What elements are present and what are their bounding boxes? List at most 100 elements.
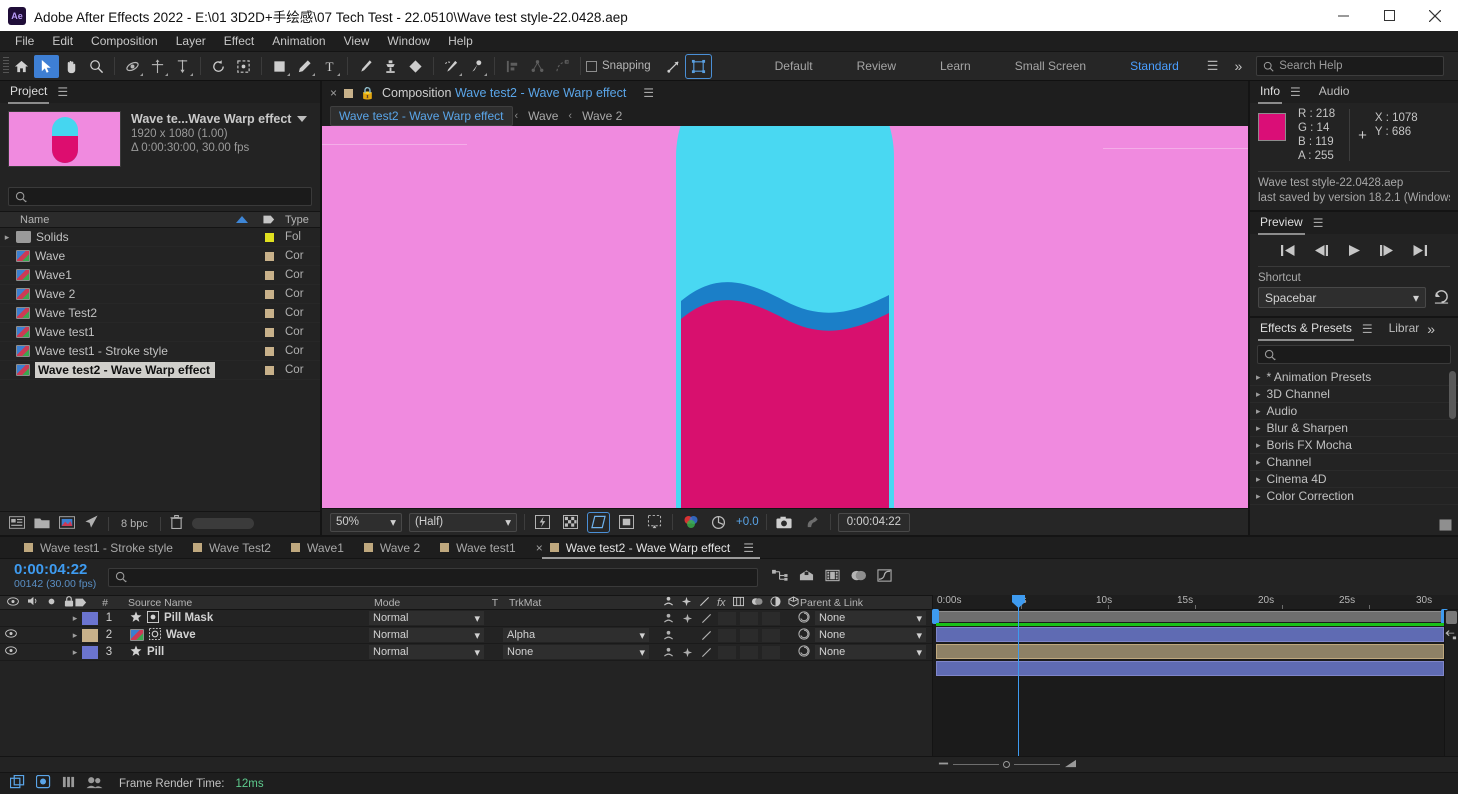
chevron-down-icon[interactable] [297,116,307,122]
chevron-right-icon[interactable]: ▸ [1256,457,1261,468]
chevron-right-icon[interactable]: ▸ [1256,474,1261,485]
draft-3d-icon[interactable] [798,568,815,586]
tab-info[interactable]: Info [1260,84,1280,101]
layer-row-pill[interactable]: ▸ 3 Pill Normal ▾ [0,644,932,661]
render-queue-icon[interactable] [10,775,25,792]
composition-viewer[interactable] [322,126,1248,508]
menu-effect[interactable]: Effect [215,32,263,50]
project-column-name[interactable]: Name [0,214,258,226]
frame-blend-switch-slot[interactable] [740,612,758,625]
lock-icon[interactable]: 🔒 [360,86,375,100]
multi-frame-render-icon[interactable] [62,775,75,792]
roi-tool-icon[interactable] [231,55,256,78]
menu-view[interactable]: View [335,32,379,50]
channel-color-icon[interactable] [680,513,701,532]
effects-panel-menu-icon[interactable]: ☰ [1362,322,1373,336]
collapse-switch-icon[interactable] [680,612,695,625]
layer-list-empty-area[interactable] [0,661,932,756]
layer-disclosure-icon[interactable]: ▸ [68,613,82,624]
snapping-checkbox[interactable] [586,61,597,72]
bit-depth-label[interactable]: 8 bpc [108,517,161,531]
motion-blur-icon[interactable] [824,568,841,586]
transform-box-icon[interactable] [686,55,711,78]
effects-category-animation-presets[interactable]: ▸ * Animation Presets [1250,369,1458,386]
parent-select[interactable]: None ▾ [815,645,926,659]
disclosure-triangle-icon[interactable]: ▸ [0,232,14,243]
workspace-more-icon[interactable]: » [1234,58,1242,74]
project-row-wave-test1[interactable]: Wave test1 Cor [0,323,320,342]
zoom-slider-knob[interactable] [1003,761,1010,768]
timeline-tab-wave-test1[interactable]: Wave test1 [430,536,526,559]
label-column-icon[interactable] [258,214,280,225]
effects-category-channel[interactable]: ▸ Channel [1250,454,1458,471]
layer-shy-icon[interactable] [850,568,867,586]
audio-toggle[interactable] [19,612,35,625]
breadcrumb-item-wave[interactable]: Wave [520,107,566,125]
lock-toggle[interactable] [52,612,68,625]
search-help-input[interactable]: Search Help [1256,56,1444,76]
solo-toggle[interactable] [36,612,52,625]
timeline-timecode[interactable]: 0:00:04:22 00142 (30.00 fps) [0,563,96,591]
maximize-button[interactable] [1366,0,1412,31]
composition-tab-label[interactable]: Composition Wave test2 - Wave Warp effec… [382,86,626,100]
zoom-in-icon[interactable] [1064,758,1077,772]
timeline-tab-wave1[interactable]: Wave1 [281,536,354,559]
collapse-switch-icon[interactable] [680,646,695,659]
menu-help[interactable]: Help [439,32,482,50]
breadcrumb-item-wave-2[interactable]: Wave 2 [574,107,630,125]
minimize-button[interactable] [1320,0,1366,31]
delete-icon[interactable] [170,515,183,532]
reset-shortcut-icon[interactable] [1433,288,1450,307]
timeline-search-input[interactable] [108,568,758,587]
composition-panel-menu-icon[interactable]: ☰ [643,86,654,100]
menu-file[interactable]: File [6,32,43,50]
parent-select[interactable]: None ▾ [815,611,926,625]
roto-brush-tool-icon[interactable] [439,55,464,78]
layer-row-wave[interactable]: ▸ 2 Wave Normal ▾ [0,627,932,644]
quality-switch-icon[interactable] [699,612,714,625]
show-snapshot-icon[interactable] [802,513,823,532]
dolly-tool-icon[interactable] [170,55,195,78]
distribute-icon[interactable] [525,55,550,78]
project-row-wave-test2-wave-warp[interactable]: Wave test2 - Wave Warp effect Cor [0,361,320,380]
sort-ascending-icon[interactable] [236,216,248,223]
align-left-icon[interactable] [500,55,525,78]
hand-tool-icon[interactable] [59,55,84,78]
tab-effects-presets[interactable]: Effects & Presets [1260,321,1352,338]
pan-tool-icon[interactable] [145,55,170,78]
zoom-tool-icon[interactable] [84,55,109,78]
chevron-right-icon[interactable]: ▸ [1256,372,1261,383]
timeline-tab-wave-test2[interactable]: Wave Test2 [183,536,281,559]
parent-select[interactable]: None ▾ [815,628,926,642]
eraser-tool-icon[interactable] [403,55,428,78]
transparency-toggle-icon[interactable] [616,513,637,532]
motion-blur-switch-slot[interactable] [762,646,780,659]
menu-edit[interactable]: Edit [43,32,82,50]
selection-tool-icon[interactable] [34,55,59,78]
work-area-start-handle[interactable] [932,609,939,624]
fx-switch-slot[interactable] [718,612,736,625]
viewer-timecode[interactable]: 0:00:04:22 [838,513,910,532]
shy-switch-icon[interactable] [661,629,676,642]
mask-feather-icon[interactable] [550,55,575,78]
parent-pickwhip-icon[interactable] [798,645,810,660]
effects-category-blur-sharpen[interactable]: ▸ Blur & Sharpen [1250,420,1458,437]
parent-pickwhip-icon[interactable] [798,611,810,626]
lock-toggle[interactable] [52,646,68,659]
tab-project[interactable]: Project [10,84,47,101]
guides-icon[interactable] [644,513,665,532]
layer-trkmat-cell[interactable]: None ▾ [503,645,655,659]
clone-stamp-tool-icon[interactable] [378,55,403,78]
last-frame-icon[interactable] [1412,244,1428,260]
interpret-footage-icon[interactable] [9,516,25,532]
chevron-right-icon[interactable]: ▸ [1256,440,1261,451]
menu-composition[interactable]: Composition [82,32,167,50]
layer-label-color[interactable] [82,629,98,642]
info-panel-menu-icon[interactable]: ☰ [1290,85,1301,99]
collaboration-icon[interactable] [86,776,103,792]
motion-blur-switch-slot[interactable] [762,629,780,642]
layer-row-pill-mask[interactable]: ▸ 1 Pill Mask Normal [0,610,932,627]
project-settings-icon[interactable] [84,515,99,532]
tab-preview[interactable]: Preview [1260,215,1303,232]
timeline-panel-menu-icon[interactable]: ☰ [743,541,754,555]
